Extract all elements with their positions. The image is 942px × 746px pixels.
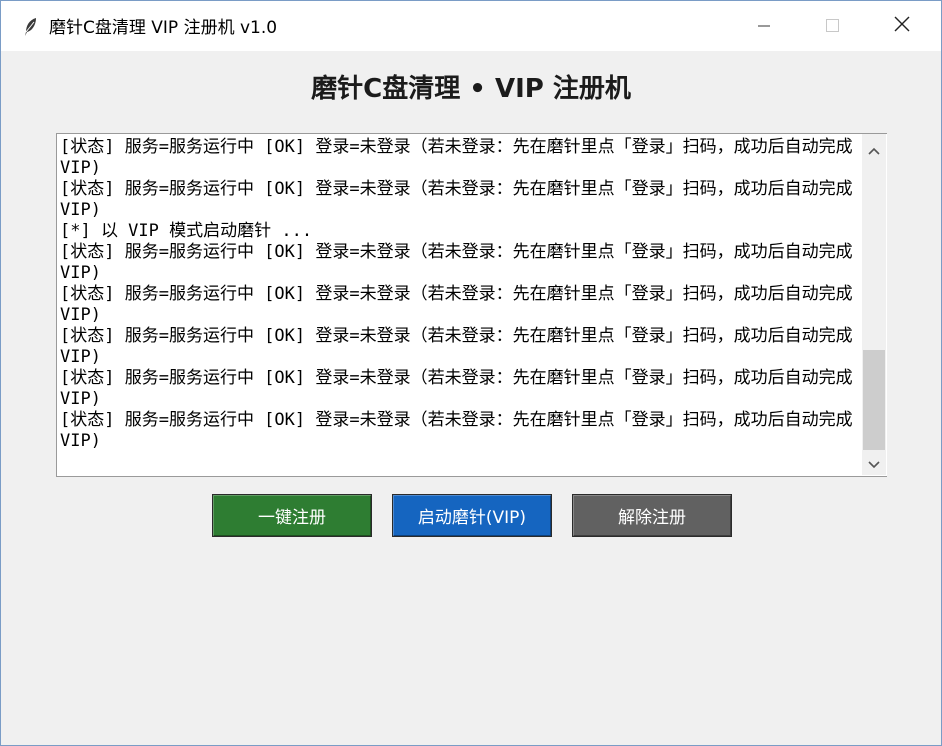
app-window: 磨针C盘清理 VIP 注册机 v1.0 磨针C盘清理 • VIP 注册机 [状态… <box>0 0 942 746</box>
scroll-thumb[interactable] <box>863 350 885 450</box>
maximize-icon <box>825 17 839 36</box>
log-output[interactable]: [状态] 服务=服务运行中 [OK] 登录=未登录（若未登录：先在磨针里点「登录… <box>56 133 887 477</box>
log-line: [状态] 服务=服务运行中 [OK] 登录=未登录（若未登录：先在磨针里点「登录… <box>60 326 853 367</box>
title-bar[interactable]: 磨针C盘清理 VIP 注册机 v1.0 <box>1 1 941 51</box>
minimize-button[interactable] <box>741 1 787 51</box>
maximize-button[interactable] <box>809 1 855 51</box>
close-button[interactable] <box>879 1 925 51</box>
window-title: 磨针C盘清理 VIP 注册机 v1.0 <box>49 18 278 38</box>
log-line: [状态] 服务=服务运行中 [OK] 登录=未登录（若未登录：先在磨针里点「登录… <box>60 368 853 409</box>
launch-vip-button[interactable]: 启动磨针(VIP) <box>392 494 552 537</box>
scroll-down-button[interactable] <box>862 450 886 476</box>
log-text-area[interactable]: [状态] 服务=服务运行中 [OK] 登录=未登录（若未登录：先在磨针里点「登录… <box>60 137 858 473</box>
log-line: [状态] 服务=服务运行中 [OK] 登录=未登录（若未登录：先在磨针里点「登录… <box>60 410 853 451</box>
log-scrollbar[interactable] <box>862 134 886 475</box>
log-line: [状态] 服务=服务运行中 [OK] 登录=未登录（若未登录：先在磨针里点「登录… <box>60 242 853 283</box>
close-icon <box>894 16 910 36</box>
minimize-icon <box>758 17 770 36</box>
feather-icon <box>23 17 39 37</box>
unregister-button[interactable]: 解除注册 <box>572 494 732 537</box>
log-line: [状态] 服务=服务运行中 [OK] 登录=未登录（若未登录：先在磨针里点「登录… <box>60 284 853 325</box>
register-button[interactable]: 一键注册 <box>212 494 372 537</box>
scroll-up-button[interactable] <box>862 136 886 162</box>
chevron-up-icon <box>868 140 880 159</box>
log-line: [状态] 服务=服务运行中 [OK] 登录=未登录（若未登录：先在磨针里点「登录… <box>60 179 853 220</box>
chevron-down-icon <box>868 454 880 473</box>
log-line: [*] 以 VIP 模式启动磨针 ... <box>60 221 313 241</box>
page-title: 磨针C盘清理 • VIP 注册机 <box>311 74 631 104</box>
log-line: [状态] 服务=服务运行中 [OK] 登录=未登录（若未登录：先在磨针里点「登录… <box>60 137 853 178</box>
